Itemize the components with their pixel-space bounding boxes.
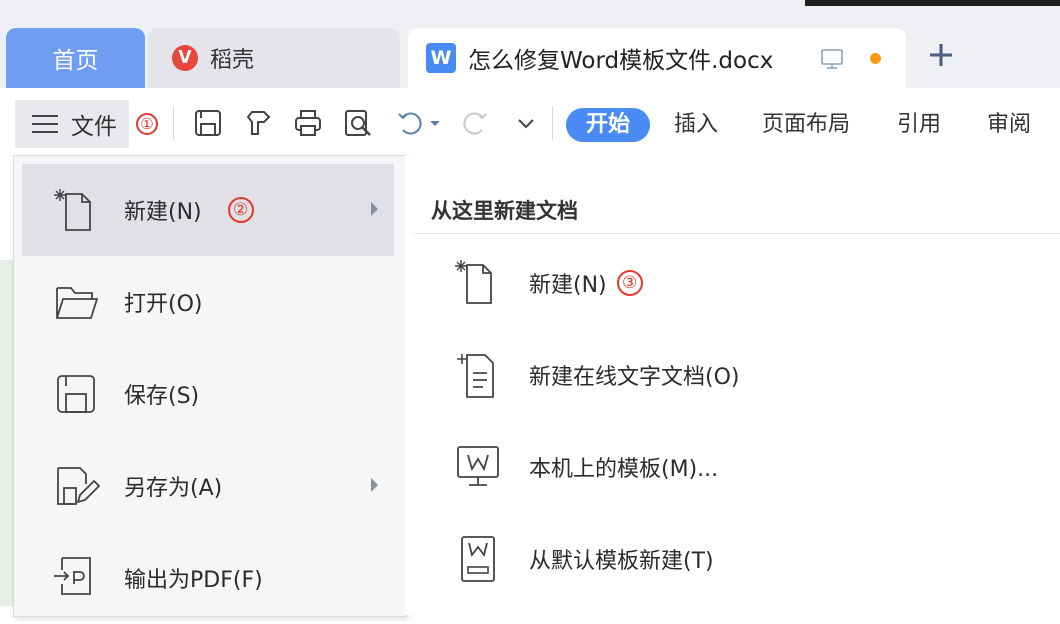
menu-item-new[interactable]: 新建(N) ② (22, 164, 394, 256)
menu-item-open[interactable]: 打开(O) (22, 256, 394, 348)
submenu-item-label: 本机上的模板(M)... (529, 457, 719, 482)
local-template-icon (457, 446, 499, 486)
submenu-heading: 从这里新建文档 (431, 199, 578, 223)
submenu-item-local-template[interactable]: 本机上的模板(M)... (455, 437, 718, 497)
submenu-item-label: 从默认模板新建(T) (529, 549, 714, 574)
menu-item-label: 打开(O) (124, 292, 203, 317)
save-icon (57, 375, 95, 413)
ribbon-tab-page-layout[interactable]: 页面布局 (762, 108, 850, 142)
toolbar-divider (552, 106, 553, 140)
new-file-icon (54, 189, 91, 231)
tab-daoke[interactable]: ᐯ 稻壳 (148, 28, 400, 88)
export-pdf-icon (54, 557, 91, 595)
submenu-item-label: 新建在线文字文档(O) (529, 365, 740, 390)
step-badge: ② (227, 197, 254, 223)
submenu-item-default-template[interactable]: 从默认模板新建(T) (455, 529, 714, 589)
ribbon-tab-insert[interactable]: 插入 (674, 108, 718, 142)
submenu-arrow-icon (371, 202, 378, 216)
menu-item-label: 输出为PDF(F) (124, 568, 263, 593)
print-preview-icon[interactable] (343, 108, 373, 138)
undo-dropdown-icon[interactable] (428, 108, 442, 138)
submenu-item-label: 新建(N) (529, 273, 607, 298)
daoke-logo-icon: ᐯ (172, 45, 198, 71)
monitor-icon[interactable] (820, 47, 844, 71)
ribbon-tab-review[interactable]: 审阅 (987, 108, 1031, 142)
file-menu: 新建(N) ② 打开(O) 保存(S) 另存为(A) 输出为PDF(F) (13, 155, 407, 617)
file-menu-label: 文件 (71, 114, 117, 140)
hamburger-icon (32, 115, 58, 133)
tab-daoke-label: 稻壳 (210, 48, 255, 73)
new-online-doc-icon (457, 354, 494, 398)
menu-item-save-as[interactable]: 另存为(A) (22, 440, 394, 532)
menu-item-label: 保存(S) (124, 384, 200, 409)
new-submenu: 从这里新建文档 新建(N) ③ 新建在线文字文档(O) 本机上的模板(M)... (405, 155, 1060, 615)
toolbar-divider (173, 106, 174, 140)
file-menu-button[interactable]: 文件 ① (15, 100, 158, 148)
toolbar: 文件 ① 开始 插入 页面布局 引用 审阅 (0, 88, 1060, 158)
submenu-divider (413, 233, 1060, 234)
tab-home-label: 首页 (52, 48, 99, 74)
unsaved-dot-icon (870, 53, 881, 64)
step-badge: ③ (616, 270, 643, 296)
save-icon[interactable] (193, 108, 223, 138)
print-icon[interactable] (293, 108, 323, 138)
submenu-arrow-icon (371, 478, 378, 492)
menu-item-export-pdf[interactable]: 输出为PDF(F) (22, 532, 394, 624)
save-as-icon (57, 467, 100, 505)
new-file-icon (455, 260, 492, 304)
default-template-icon (461, 536, 495, 582)
tab-document[interactable]: W 怎么修复Word模板文件.docx (408, 28, 906, 88)
document-background (0, 260, 13, 606)
menu-item-label: 另存为(A) (124, 476, 223, 501)
undo-icon[interactable] (395, 108, 425, 138)
tab-strip: 首页 ᐯ 稻壳 W 怎么修复Word模板文件.docx (0, 0, 1060, 88)
format-painter-icon[interactable] (243, 108, 273, 138)
submenu-item-new[interactable]: 新建(N) ③ (455, 253, 643, 313)
menu-item-label: 新建(N) (124, 200, 202, 225)
ribbon-tab-references[interactable]: 引用 (897, 108, 941, 142)
step-badge: ① (136, 113, 158, 135)
window-edge (805, 0, 1060, 6)
menu-item-save[interactable]: 保存(S) (22, 348, 394, 440)
tab-home[interactable]: 首页 (6, 28, 145, 88)
new-tab-plus-icon[interactable] (926, 40, 956, 70)
ribbon-tab-start[interactable]: 开始 (566, 108, 651, 142)
tab-document-title: 怎么修复Word模板文件.docx (468, 48, 774, 74)
more-dropdown-icon[interactable] (515, 108, 537, 138)
folder-icon (56, 287, 99, 319)
word-doc-icon: W (426, 43, 456, 73)
submenu-item-new-online-doc[interactable]: 新建在线文字文档(O) (455, 345, 739, 405)
redo-icon[interactable] (460, 108, 490, 138)
